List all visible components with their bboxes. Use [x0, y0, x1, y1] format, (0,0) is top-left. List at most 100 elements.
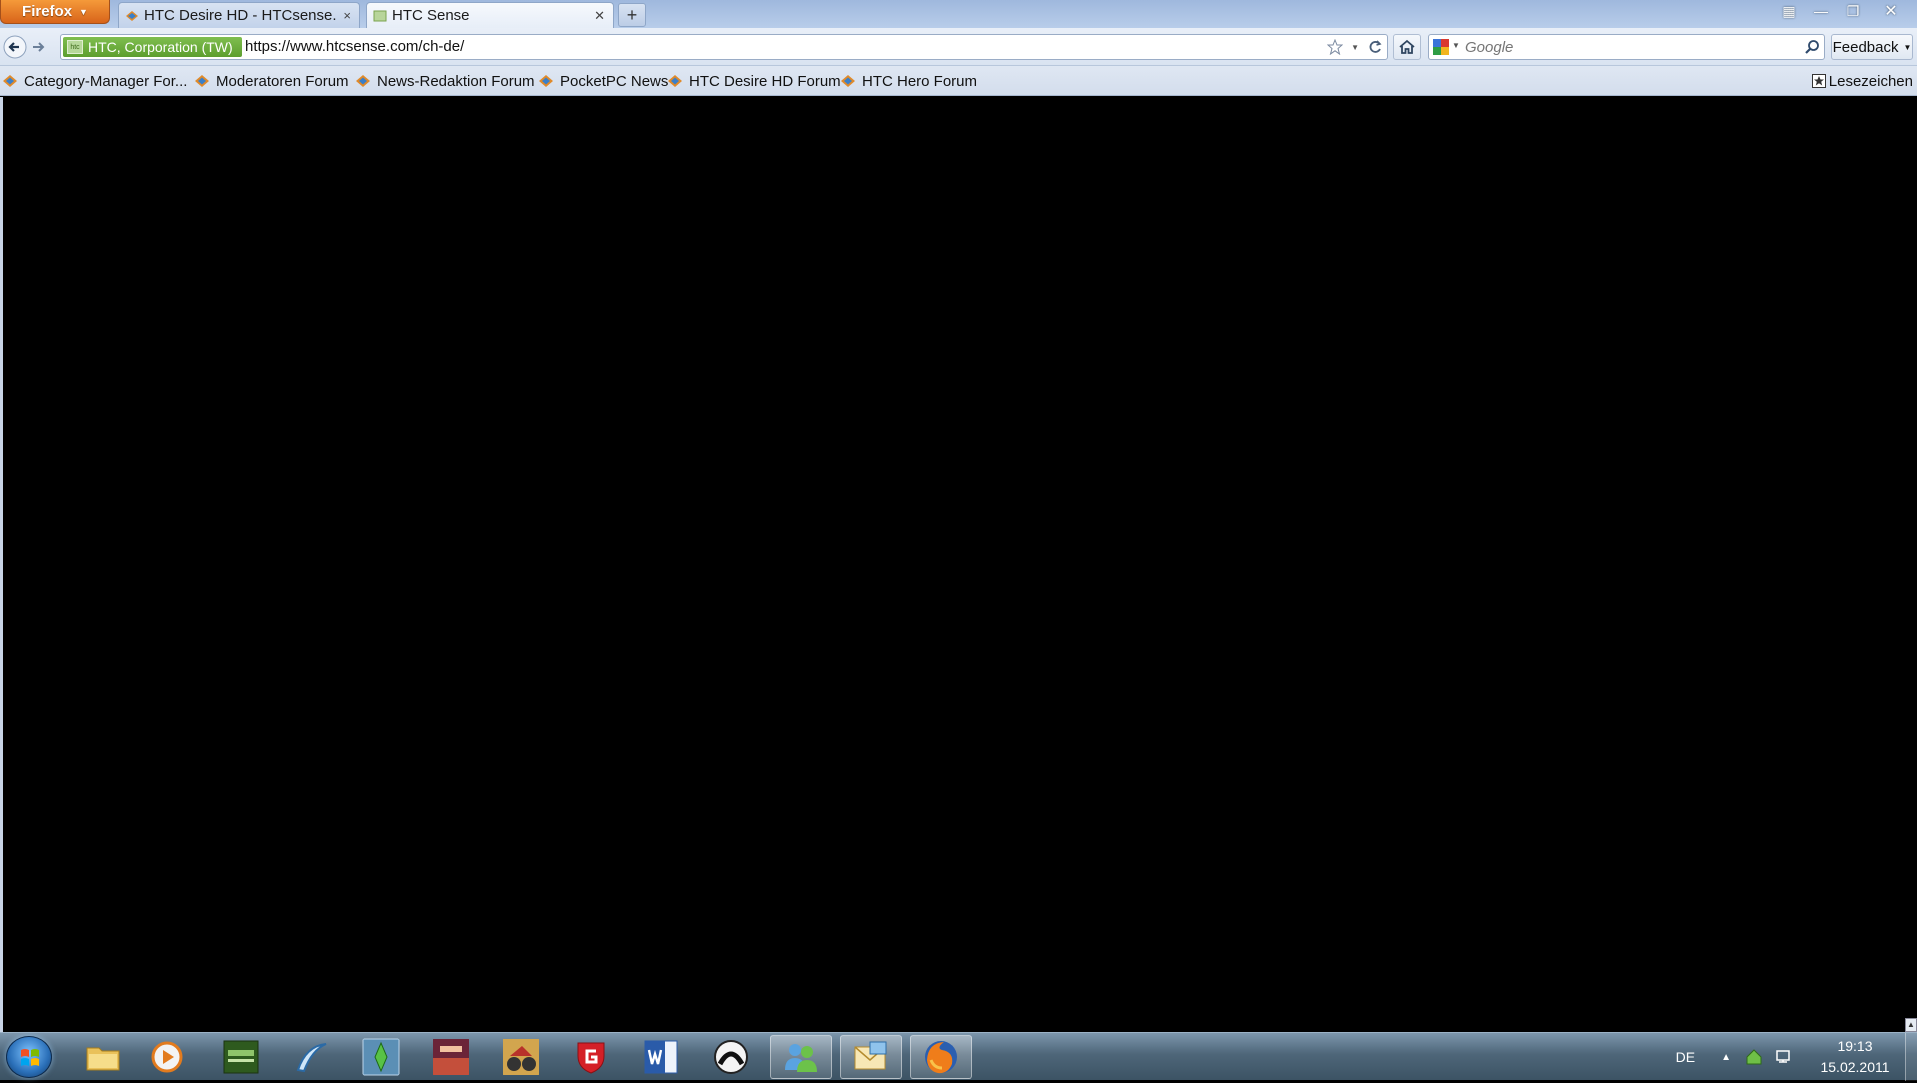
- forum-bookmark-icon: [195, 75, 209, 87]
- bookmark-label: News-Redaktion Forum: [377, 72, 535, 90]
- firefox-menu-label: Firefox: [22, 3, 73, 20]
- bookmarks-menu-label: Lesezeichen: [1828, 72, 1913, 90]
- feedback-button[interactable]: Feedback ▼: [1831, 34, 1913, 60]
- htc-favicon-icon: [373, 10, 387, 21]
- game-icon: [223, 1040, 259, 1074]
- mail-icon: [854, 1041, 887, 1070]
- tab-htc-sense[interactable]: HTC Sense ✕: [366, 2, 614, 28]
- bookmark-star-icon[interactable]: [1327, 39, 1344, 55]
- taskbar-explorer[interactable]: [72, 1035, 134, 1079]
- forum-favicon-icon: [126, 10, 138, 21]
- taskbar-word[interactable]: [630, 1035, 692, 1079]
- forward-arrow-icon: [33, 42, 45, 52]
- scroll-up-icon[interactable]: ▲: [1905, 1018, 1917, 1032]
- taskbar-sims[interactable]: [350, 1035, 412, 1079]
- close-tab-icon[interactable]: ×: [343, 8, 351, 23]
- forum-bookmark-icon: [841, 75, 855, 87]
- app-circle-icon: [714, 1040, 748, 1074]
- search-input[interactable]: [1465, 35, 1795, 59]
- chevron-down-icon: ▼: [1903, 42, 1912, 52]
- taskbar-mail[interactable]: [840, 1035, 902, 1079]
- sims-icon: [362, 1038, 400, 1076]
- new-tab-button[interactable]: +: [618, 3, 646, 27]
- forum-bookmark-icon: [3, 75, 17, 87]
- taskbar-boomerang[interactable]: [280, 1035, 342, 1079]
- url-bar[interactable]: htc HTC, Corporation (TW) https://www.ht…: [60, 34, 1388, 60]
- firefox-icon: [925, 1041, 957, 1074]
- action-center-flag-icon[interactable]: [1775, 1048, 1793, 1066]
- forum-bookmark-icon: [539, 75, 553, 87]
- taskbar-app-circle[interactable]: [700, 1035, 762, 1079]
- tab-list-icon[interactable]: ▦: [1773, 0, 1805, 22]
- taskbar-firefox[interactable]: [910, 1035, 972, 1079]
- clock-date: 15.02.2011: [1820, 1059, 1890, 1075]
- google-icon[interactable]: [1433, 39, 1451, 55]
- bookmark-label: Category-Manager For...: [24, 72, 188, 90]
- bookmark-label: HTC Hero Forum: [862, 72, 978, 90]
- show-desktop-button[interactable]: [1905, 1033, 1917, 1081]
- close-window-button[interactable]: ✕: [1869, 0, 1913, 22]
- boomerang-icon: [296, 1043, 327, 1073]
- bookmark-label: HTC Desire HD Forum: [689, 72, 841, 90]
- minimize-button[interactable]: —: [1805, 0, 1837, 22]
- reload-icon[interactable]: [1367, 39, 1383, 55]
- bookmark-item[interactable]: HTC Hero Forum: [840, 66, 977, 96]
- history-dropdown-icon[interactable]: ▼: [1351, 43, 1359, 52]
- clock-time: 19:13: [1837, 1038, 1873, 1054]
- taskbar-gdata[interactable]: [560, 1035, 622, 1079]
- explorer-icon: [86, 1047, 120, 1071]
- home-button[interactable]: [1393, 34, 1421, 60]
- title-bar: Firefox ▼ HTC Desire HD - HTCsense.c... …: [0, 0, 1917, 28]
- htc-site-icon: htc: [67, 40, 83, 54]
- bookmarks-menu-button[interactable]: Lesezeichen: [1811, 66, 1913, 96]
- bookmark-item[interactable]: PocketPC News: [538, 66, 668, 96]
- gdata-shield-icon: [577, 1042, 605, 1074]
- chevron-down-icon: ▼: [79, 6, 88, 17]
- maximize-button[interactable]: ❐: [1837, 0, 1869, 22]
- url-text[interactable]: https://www.htcsense.com/ch-de/: [245, 35, 464, 59]
- back-button[interactable]: [2, 34, 28, 60]
- forum-bookmark-icon: [668, 75, 682, 87]
- bookmarks-star-icon: [1811, 74, 1826, 88]
- search-bar[interactable]: ▼: [1428, 34, 1825, 60]
- window-controls: ▦ — ❐ ✕: [1773, 0, 1913, 22]
- site-identity-button[interactable]: htc HTC, Corporation (TW): [63, 37, 242, 57]
- page-content[interactable]: [3, 97, 1917, 1032]
- bookmark-item[interactable]: Category-Manager For...: [2, 66, 187, 96]
- feedback-label: Feedback: [1832, 38, 1899, 56]
- bookmark-item[interactable]: Moderatoren Forum: [194, 66, 349, 96]
- network-home-icon[interactable]: [1745, 1048, 1763, 1066]
- site-identity-label: HTC, Corporation (TW): [88, 39, 233, 55]
- home-icon: [1399, 39, 1415, 54]
- navigation-toolbar: htc HTC, Corporation (TW) https://www.ht…: [0, 28, 1917, 66]
- bookmark-label: Moderatoren Forum: [216, 72, 349, 90]
- bookmark-item[interactable]: HTC Desire HD Forum: [667, 66, 841, 96]
- close-tab-icon[interactable]: ✕: [594, 8, 605, 24]
- windows-logo-icon: [21, 1049, 39, 1066]
- language-indicator[interactable]: DE: [1676, 1049, 1695, 1065]
- tab-htc-desire-hd[interactable]: HTC Desire HD - HTCsense.c... ×: [118, 2, 360, 28]
- word-icon: [644, 1040, 678, 1074]
- firefox-menu-button[interactable]: Firefox ▼: [0, 0, 110, 24]
- url-bar-icons: ▼: [1327, 37, 1383, 57]
- clock[interactable]: 19:13 15.02.2011: [1815, 1036, 1895, 1078]
- bookmark-label: PocketPC News: [560, 72, 669, 90]
- search-engine-dropdown-icon[interactable]: ▼: [1452, 41, 1460, 50]
- game2-icon: [433, 1039, 469, 1075]
- search-icon[interactable]: [1804, 39, 1820, 55]
- tab-label: HTC Desire HD - HTCsense.c...: [144, 7, 338, 24]
- tab-label: HTC Sense: [392, 7, 470, 24]
- forum-bookmark-icon: [356, 75, 370, 87]
- taskbar-media-player[interactable]: [136, 1035, 198, 1079]
- game3-icon: [503, 1039, 539, 1075]
- media-player-icon: [151, 1041, 183, 1073]
- taskbar-messenger[interactable]: [770, 1035, 832, 1079]
- taskbar-game3[interactable]: [490, 1035, 552, 1079]
- forward-button[interactable]: [27, 34, 49, 60]
- start-button[interactable]: [6, 1036, 52, 1078]
- show-hidden-icons-icon[interactable]: ▲: [1721, 1052, 1731, 1063]
- taskbar-game2[interactable]: [420, 1035, 482, 1079]
- bookmarks-toolbar: Category-Manager For... Moderatoren Foru…: [0, 66, 1917, 96]
- taskbar-game[interactable]: [210, 1035, 272, 1079]
- bookmark-item[interactable]: News-Redaktion Forum: [355, 66, 535, 96]
